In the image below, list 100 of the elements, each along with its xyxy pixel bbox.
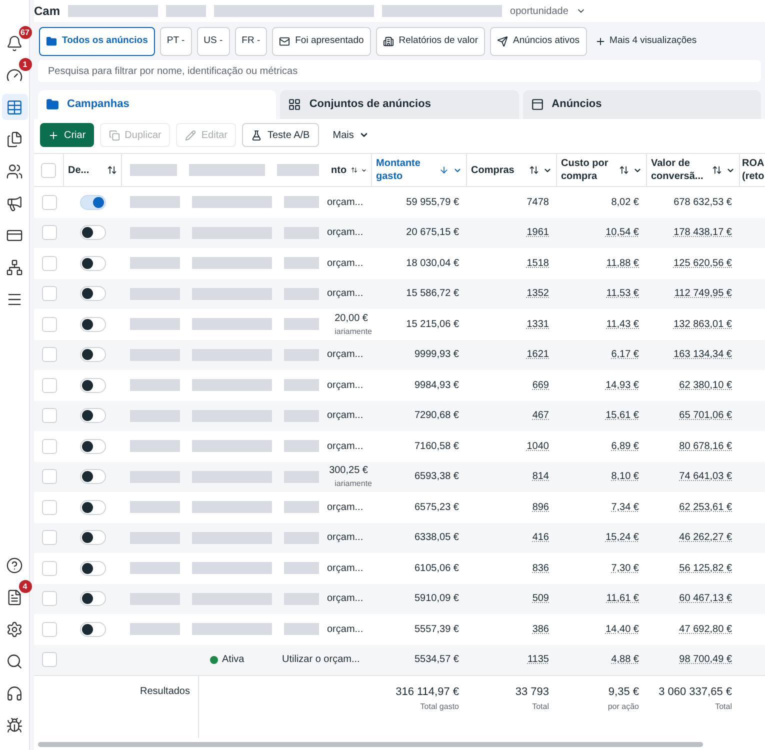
redacted-block — [276, 164, 319, 176]
table-cell-text: 125 620,56 € — [674, 256, 732, 271]
checkbox[interactable] — [41, 162, 56, 178]
total-note: Total gasto — [420, 700, 459, 712]
toolbar-button[interactable]: Criar — [40, 123, 94, 147]
view-tab[interactable]: Todos os anúncios — [39, 26, 155, 56]
redacted-block — [130, 532, 180, 544]
table-cell-text: 1961 — [526, 226, 549, 240]
search-field[interactable]: Pesquisa para filtrar por nome, identificação ou métricas — [38, 60, 761, 82]
budget-text: orçam... — [327, 378, 364, 393]
toggle-switch[interactable] — [80, 530, 106, 546]
toggle-switch[interactable] — [80, 500, 106, 515]
column-header[interactable]: Custo por compra — [557, 154, 647, 186]
budget-text: orçam... — [327, 562, 364, 576]
total-note: Total — [715, 700, 732, 712]
table-row[interactable]: orçam... 20 675,15 € 1961 10,54 € 178 438,17 € — [34, 218, 765, 248]
total-note: Total — [532, 700, 549, 712]
redacted-block — [130, 348, 180, 361]
redacted-block — [284, 532, 319, 544]
table-row[interactable]: Ativa Utilizar o orçam... 5534,57 € 1135 4,88 € 98 700,49 € — [34, 644, 765, 675]
toggle-switch[interactable] — [80, 194, 106, 210]
toggle-switch[interactable] — [80, 378, 106, 393]
column-header[interactable]: ROA (reto — [740, 154, 765, 186]
table-cell-text: 65 701,06 € — [679, 409, 732, 424]
checkbox[interactable] — [42, 256, 56, 271]
redacted-block — [130, 562, 180, 574]
checkbox[interactable] — [42, 408, 56, 424]
column-header[interactable]: Compras — [467, 154, 557, 186]
checkbox[interactable] — [42, 591, 56, 606]
sidebar-item[interactable] — [2, 94, 28, 120]
sort-down-icon — [439, 165, 449, 175]
checkbox[interactable] — [42, 438, 56, 454]
table-cell-text: 6593,38 € — [414, 470, 459, 484]
total-value: 316 114,97 € — [396, 685, 459, 700]
table-cell-text: 4,88 € — [611, 653, 639, 668]
toggle-switch[interactable] — [80, 316, 106, 332]
table-row[interactable]: orçam... 15 586,72 € 1352 11,53 € 112 749,95 € — [34, 278, 765, 309]
toolbar-button[interactable]: Teste A/B — [242, 123, 319, 147]
view-tab[interactable]: FR - — [234, 26, 268, 56]
checkbox[interactable] — [42, 347, 56, 362]
checkbox[interactable] — [42, 378, 56, 393]
toggle-switch[interactable] — [80, 408, 106, 424]
search-icon — [6, 652, 23, 670]
column-header[interactable]: Valor de conversã... — [647, 154, 740, 186]
toggle-switch[interactable] — [80, 256, 106, 271]
toggle-switch[interactable] — [80, 347, 106, 362]
checkbox[interactable] — [42, 530, 56, 546]
view-tab[interactable]: PT - — [160, 26, 192, 56]
toggle-switch[interactable] — [80, 591, 106, 606]
folder-icon — [46, 36, 57, 46]
toggle-switch[interactable] — [80, 438, 106, 454]
table-cell-text: 467 — [532, 409, 549, 424]
more-views-button[interactable]: Mais 4 visualizações — [592, 26, 700, 56]
toolbar-button[interactable]: Mais — [324, 123, 377, 147]
redacted-block — [284, 196, 319, 208]
toggle-switch[interactable] — [80, 469, 106, 484]
scrollbar[interactable] — [38, 742, 704, 746]
view-tab[interactable]: Anúncios ativos — [490, 26, 587, 56]
checkbox[interactable] — [42, 500, 56, 515]
checkbox[interactable] — [42, 194, 56, 210]
toggle-switch[interactable] — [80, 622, 106, 637]
table-cell-text: 62 380,10 € — [679, 378, 732, 393]
checkbox[interactable] — [42, 560, 56, 576]
view-tab[interactable]: Relatórios de valor — [376, 26, 485, 56]
level-tab[interactable]: Campanhas — [38, 90, 276, 119]
redacted-block — [130, 410, 180, 422]
checkbox[interactable] — [42, 225, 56, 240]
toggle-switch[interactable] — [80, 560, 106, 576]
checkbox[interactable] — [42, 286, 56, 302]
toggle-switch[interactable] — [80, 225, 106, 240]
checkbox[interactable] — [42, 469, 56, 484]
view-tab[interactable]: Foi apresentado — [272, 26, 371, 56]
table-cell-text: 6105,06 € — [414, 562, 459, 576]
table-cell-text: 896 — [532, 500, 549, 515]
table-cell-text: 18 030,04 € — [406, 256, 459, 271]
checkbox[interactable] — [42, 652, 56, 668]
redacted-block — [284, 410, 319, 422]
level-tab[interactable]: Anúncios — [522, 90, 761, 119]
column-header[interactable]: nto — [327, 154, 372, 186]
redacted-block — [284, 470, 319, 483]
view-tab[interactable]: US - — [196, 26, 230, 56]
checkbox[interactable] — [42, 316, 56, 332]
table-cell-text: 15 586,72 € — [406, 287, 459, 302]
table-row[interactable]: orçam... 6338,05 € 416 15,24 € 46 262,27 € — [34, 522, 765, 553]
level-tab[interactable]: Conjuntos de anúncios — [280, 90, 519, 119]
budget-text: Utilizar o orçam... — [282, 653, 360, 668]
envelope-icon — [279, 36, 290, 46]
checkbox[interactable] — [42, 622, 56, 637]
total-note: por ação — [608, 700, 639, 712]
sort-icon — [350, 165, 358, 175]
table-row[interactable]: 300,25 € iariamente 6593,38 € 814 8,10 € 74 641,03 € — [34, 462, 765, 492]
table-cell-text: 836 — [532, 562, 549, 576]
column-header[interactable]: Montante gasto — [372, 154, 467, 186]
table-row[interactable]: orçam... 9999,93 € 1621 6,17 € 163 134,34 € — [34, 340, 765, 370]
results-label: Resultados — [140, 685, 190, 699]
column-header[interactable]: De... — [64, 154, 122, 186]
table-row[interactable]: orçam... 7290,68 € 467 15,61 € 65 701,06 € — [34, 400, 765, 431]
table-row[interactable]: orçam... 5910,09 € 509 11,61 € 60 467,13 € — [34, 584, 765, 614]
toggle-switch[interactable] — [80, 286, 106, 302]
table-cell-text: 1352 — [526, 287, 549, 302]
